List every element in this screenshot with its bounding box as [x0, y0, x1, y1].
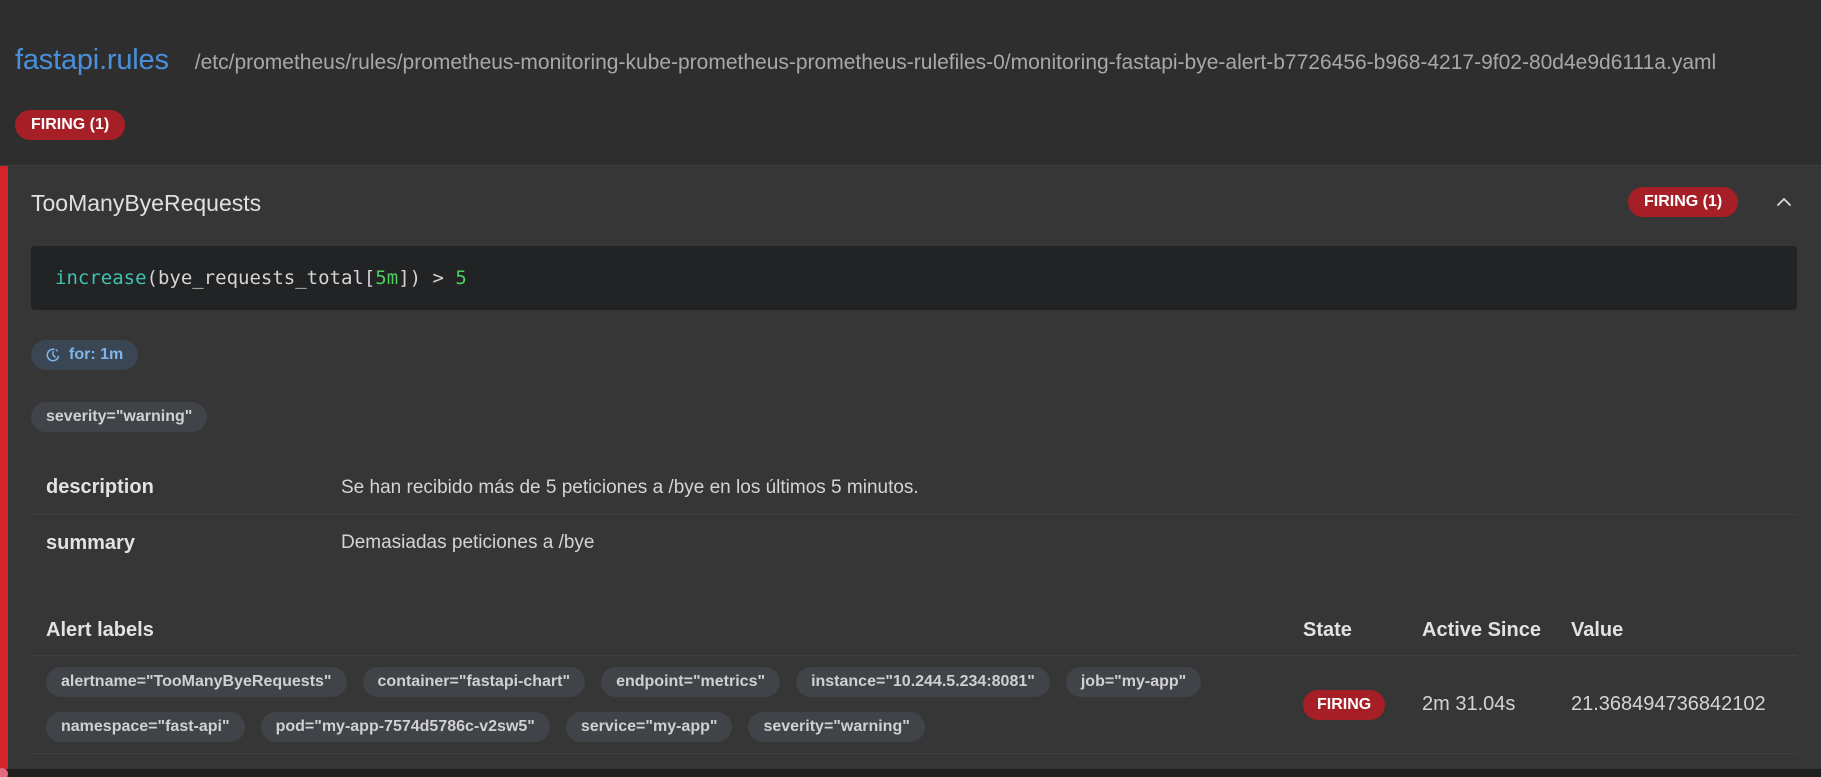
query-metric: (bye_requests_total[ [146, 267, 376, 289]
query-function: increase [55, 267, 147, 289]
bottom-strip [0, 769, 1821, 777]
query-threshold: 5 [455, 267, 467, 289]
header-alert-labels: Alert labels [46, 619, 154, 641]
rule-card: TooManyByeRequests FIRING (1) increase (b… [0, 165, 1821, 777]
collapse-button[interactable] [1770, 188, 1798, 216]
for-duration-badge: for: 1m [31, 340, 139, 370]
chevron-up-icon [1777, 198, 1791, 206]
alert-label: alertname="TooManyByeRequests" [46, 667, 347, 697]
query-operator: ]) > [398, 267, 456, 289]
rule-group-page: fastapi.rules /etc/prometheus/rules/prom… [0, 0, 1821, 777]
alert-label: severity="warning" [748, 712, 925, 742]
annotation-description-row: description Se han recibido más de 5 pet… [31, 461, 1797, 515]
rule-label-severity: severity="warning" [31, 402, 208, 432]
alert-active-since: 2m 31.04s [1422, 693, 1516, 715]
annotation-value: Se han recibido más de 5 peticiones a /b… [341, 476, 919, 498]
group-name[interactable]: fastapi.rules [15, 44, 169, 77]
alert-state-cell: FIRING [1303, 689, 1422, 720]
annotation-key: description [46, 476, 154, 498]
header-active-since: Active Since [1422, 619, 1541, 641]
rule-firing-badge: FIRING (1) [1628, 187, 1739, 217]
alert-label: container="fastapi-chart" [362, 667, 586, 697]
header-value: Value [1571, 619, 1624, 641]
alert-label: service="my-app" [565, 712, 733, 742]
query-range: 5m [375, 267, 399, 289]
alert-label: instance="10.244.5.234:8081" [796, 667, 1050, 697]
alert-value: 21.368494736842102 [1571, 693, 1766, 715]
for-duration-label: for: 1m [69, 346, 124, 363]
alert-labels: alertname="TooManyByeRequests" container… [31, 667, 1303, 742]
rule-query: increase (bye_requests_total[5m]) > 5 [31, 246, 1797, 310]
alert-state-badge: FIRING [1303, 689, 1386, 720]
group-header: fastapi.rules /etc/prometheus/rules/prom… [15, 44, 1716, 77]
firing-indicator-bar [0, 166, 8, 777]
alert-row: alertname="TooManyByeRequests" container… [31, 656, 1797, 754]
header-state: State [1303, 619, 1352, 641]
alert-label: namespace="fast-api" [46, 712, 245, 742]
alert-label: pod="my-app-7574d5786c-v2sw5" [260, 712, 550, 742]
alerts-table-header: Alert labels State Active Since Value [31, 606, 1797, 656]
annotation-key: summary [46, 531, 135, 554]
group-file-path: /etc/prometheus/rules/prometheus-monitor… [194, 51, 1717, 74]
clock-icon [46, 348, 60, 362]
group-firing-badge: FIRING (1) [15, 110, 126, 140]
alert-label: endpoint="metrics" [601, 667, 781, 697]
annotation-value: Demasiadas peticiones a /bye [341, 532, 595, 553]
annotation-summary-row: summary Demasiadas peticiones a /bye [31, 516, 1797, 570]
rule-name[interactable]: TooManyByeRequests [31, 190, 261, 217]
alert-label: job="my-app" [1065, 667, 1202, 697]
